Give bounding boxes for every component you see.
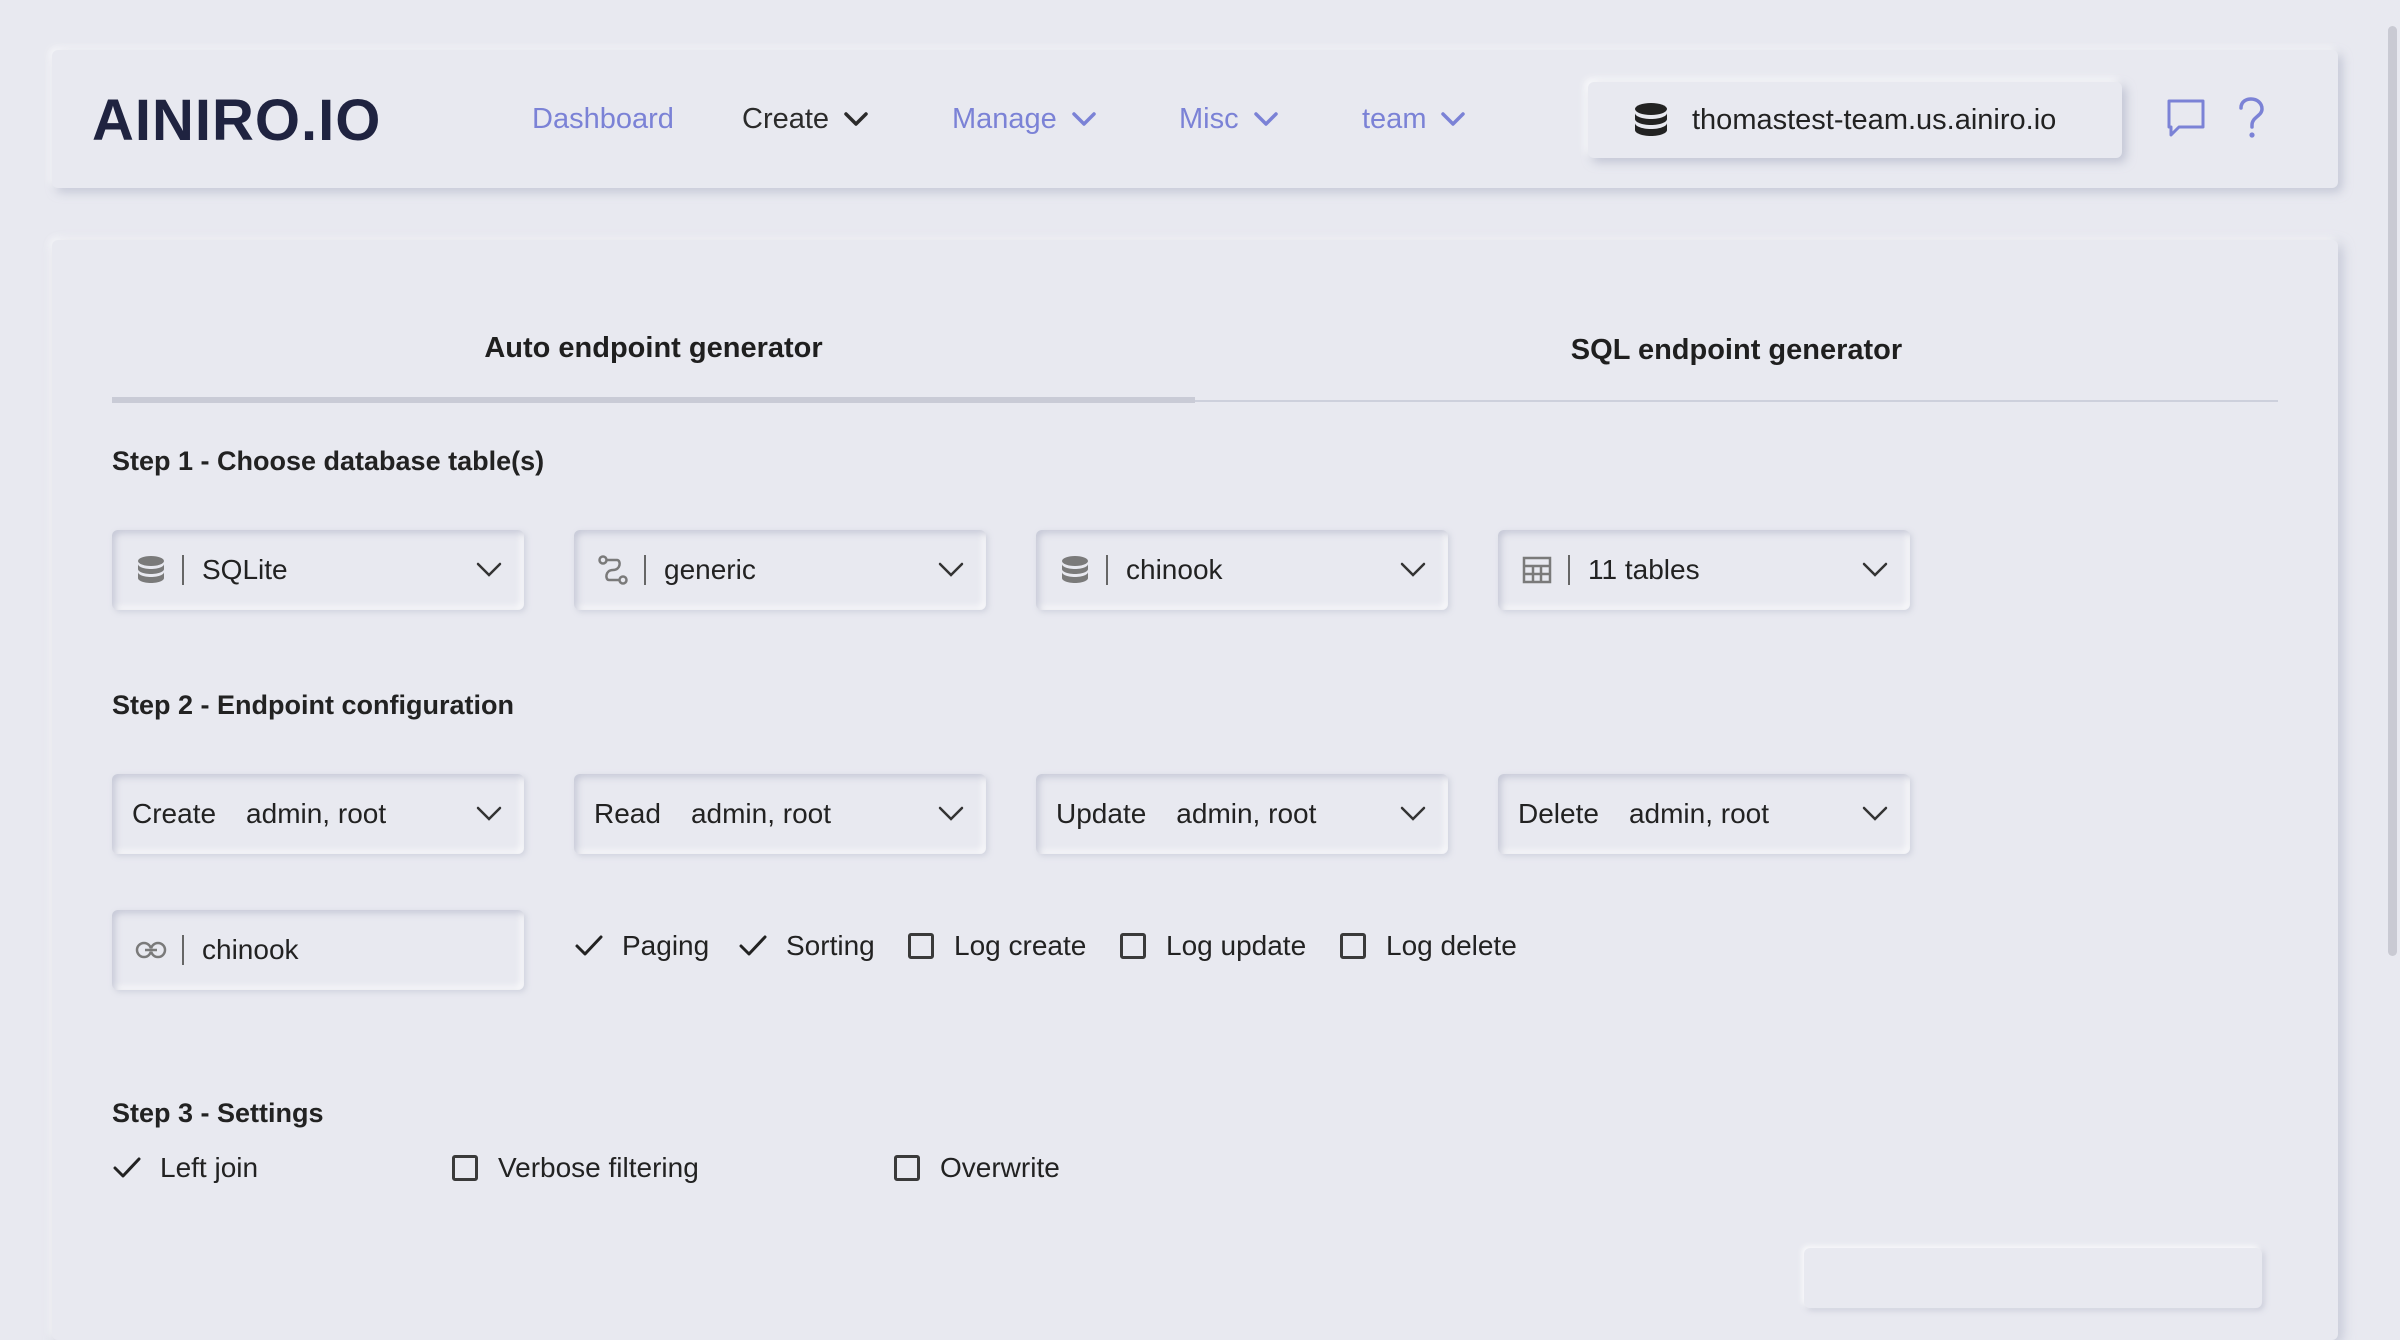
chevron-down-icon xyxy=(1862,806,1888,821)
create-roles-select[interactable]: Create admin, root xyxy=(112,774,524,854)
nav-manage[interactable]: Manage xyxy=(952,50,1097,188)
separator xyxy=(182,555,184,585)
delete-label: Delete xyxy=(1518,798,1599,829)
delete-roles-value: admin, root xyxy=(1628,798,1770,829)
log-create-checkbox[interactable]: Log create xyxy=(908,930,1086,962)
tab-label: Auto endpoint generator xyxy=(484,332,823,364)
log-delete-label: Log delete xyxy=(1386,930,1517,961)
url-input[interactable]: chinook xyxy=(112,910,524,990)
chevron-down-icon xyxy=(938,806,964,821)
chevron-down-icon xyxy=(1253,112,1278,126)
url-value: chinook xyxy=(202,934,299,965)
verbose-filtering-checkbox[interactable]: Verbose filtering xyxy=(452,1152,699,1184)
verbose-filtering-label: Verbose filtering xyxy=(498,1152,699,1183)
log-create-label: Log create xyxy=(954,930,1087,961)
read-roles-value: admin, root xyxy=(690,798,832,829)
checkbox-box xyxy=(452,1155,478,1181)
database-select[interactable]: chinook xyxy=(1036,530,1448,610)
tab-sql-endpoint-generator[interactable]: SQL endpoint generator xyxy=(1195,300,2278,400)
tab-auto-endpoint-generator[interactable]: Auto endpoint generator xyxy=(112,300,1195,403)
nav-dashboard-label: Dashboard xyxy=(532,102,674,135)
checkmark-icon xyxy=(113,1157,141,1178)
database-icon xyxy=(134,553,168,587)
database-type-value: SQLite xyxy=(202,554,288,585)
nav-team-label: team xyxy=(1362,102,1427,135)
generate-button[interactable] xyxy=(1804,1248,2262,1308)
connection-string-select[interactable]: generic xyxy=(574,530,986,610)
read-label: Read xyxy=(594,798,661,829)
create-roles-value: admin, root xyxy=(246,798,387,829)
step1-title: Step 1 - Choose database table(s) xyxy=(112,446,545,476)
update-roles-select[interactable]: Update admin, root xyxy=(1036,774,1448,854)
connection-string-value: generic xyxy=(664,554,756,585)
brand-logo[interactable]: AINIRO.IO xyxy=(92,90,437,146)
chevron-down-icon xyxy=(1400,562,1426,577)
nav-manage-label: Manage xyxy=(952,102,1057,135)
top-navbar: AINIRO.IO Dashboard Create Manage Misc t… xyxy=(52,50,2338,188)
sorting-label: Sorting xyxy=(786,930,875,961)
separator xyxy=(182,935,184,965)
create-label: Create xyxy=(132,798,217,829)
chevron-down-icon xyxy=(476,562,502,577)
checkbox-box xyxy=(894,1155,920,1181)
nav-dashboard[interactable]: Dashboard xyxy=(532,50,674,188)
database-icon xyxy=(1058,553,1092,587)
table-icon xyxy=(1520,553,1554,587)
chevron-down-icon xyxy=(1400,806,1426,821)
update-roles-value: admin, root xyxy=(1176,798,1317,829)
chevron-down-icon xyxy=(1072,112,1096,126)
checkbox-box xyxy=(908,933,934,959)
delete-roles-select[interactable]: Delete admin, root xyxy=(1498,774,1910,854)
sorting-checkbox[interactable]: Sorting xyxy=(738,930,875,962)
nav-create-label: Create xyxy=(742,102,830,135)
nav-create[interactable]: Create xyxy=(742,50,869,188)
overwrite-checkbox[interactable]: Overwrite xyxy=(894,1152,1060,1184)
update-label: Update xyxy=(1056,798,1147,829)
chevron-down-icon xyxy=(1441,112,1466,126)
database-type-select[interactable]: SQLite xyxy=(112,530,524,610)
step3-title: Step 3 - Settings xyxy=(112,1098,324,1128)
checkmark-icon xyxy=(739,935,767,956)
step2-title: Step 2 - Endpoint configuration xyxy=(112,690,514,720)
tables-value: 11 tables xyxy=(1588,554,1700,585)
chevron-down-icon xyxy=(1862,562,1888,577)
read-roles-select[interactable]: Read admin, root xyxy=(574,774,986,854)
checkbox-box xyxy=(1120,933,1146,959)
connection-icon xyxy=(596,553,630,587)
separator xyxy=(1106,555,1108,585)
database-icon xyxy=(1635,103,1667,136)
svg-text:AINIRO.IO: AINIRO.IO xyxy=(92,90,381,146)
chevron-down-icon xyxy=(476,806,502,821)
chat-icon[interactable] xyxy=(2164,96,2208,140)
tables-select[interactable]: 11 tables xyxy=(1498,530,1910,610)
separator xyxy=(1568,555,1570,585)
left-join-label: Left join xyxy=(160,1152,259,1183)
link-icon xyxy=(134,933,168,967)
checkbox-box xyxy=(1340,933,1366,959)
log-update-checkbox[interactable]: Log update xyxy=(1120,930,1306,962)
backend-selector-button[interactable]: thomastest-team.us.ainiro.io xyxy=(1588,82,2122,158)
chevron-down-icon xyxy=(844,112,868,126)
overwrite-label: Overwrite xyxy=(940,1152,1060,1183)
generator-tabs: Auto endpoint generator SQL endpoint gen… xyxy=(112,300,2278,403)
nav-misc[interactable]: Misc xyxy=(1179,50,1279,188)
nav-team[interactable]: team xyxy=(1362,50,1466,188)
log-delete-checkbox[interactable]: Log delete xyxy=(1340,930,1517,962)
page-scrollbar-thumb[interactable] xyxy=(2388,26,2397,956)
backend-url: thomastest-team.us.ainiro.io xyxy=(1692,103,2057,136)
paging-checkbox[interactable]: Paging xyxy=(574,930,709,962)
left-join-checkbox[interactable]: Left join xyxy=(112,1152,258,1184)
log-update-label: Log update xyxy=(1166,930,1307,961)
endpoint-generator-card: Auto endpoint generator SQL endpoint gen… xyxy=(52,240,2338,1340)
nav-misc-label: Misc xyxy=(1179,102,1239,135)
checkmark-icon xyxy=(575,935,603,956)
tab-label: SQL endpoint generator xyxy=(1570,333,1903,366)
database-value: chinook xyxy=(1126,554,1223,585)
paging-label: Paging xyxy=(622,930,710,961)
chevron-down-icon xyxy=(938,562,964,577)
question-icon[interactable] xyxy=(2234,96,2268,140)
separator xyxy=(644,555,646,585)
